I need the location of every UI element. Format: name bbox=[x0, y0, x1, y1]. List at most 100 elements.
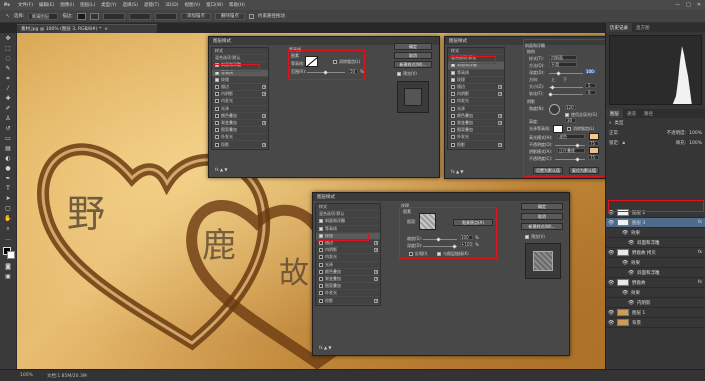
menu-filter[interactable]: 滤镜(T) bbox=[144, 2, 159, 8]
style-checkbox[interactable] bbox=[319, 284, 323, 289]
more-tools-icon[interactable]: … bbox=[4, 234, 13, 243]
fx-icon[interactable]: fx bbox=[698, 280, 702, 285]
fill-value[interactable]: 100% bbox=[689, 141, 702, 146]
layer-row[interactable]: 👁︎ 背景 bbox=[606, 318, 705, 328]
menu-help[interactable]: 帮助(H) bbox=[229, 2, 245, 8]
opacity-value[interactable]: 100% bbox=[689, 131, 702, 136]
menu-3d[interactable]: 3D(D) bbox=[165, 3, 178, 8]
lasso-tool-icon[interactable]: ◌ bbox=[4, 54, 13, 63]
add-effect-icon[interactable]: + bbox=[498, 113, 502, 118]
align-field[interactable] bbox=[154, 12, 177, 20]
style-checkbox[interactable] bbox=[215, 128, 219, 133]
fill-swatch[interactable] bbox=[89, 12, 99, 20]
preview-checkbox[interactable] bbox=[397, 72, 401, 76]
style-list-item[interactable]: 渐变叠加 + bbox=[448, 120, 504, 128]
style-list-item[interactable]: 内发光 bbox=[448, 98, 504, 106]
style-list-item[interactable]: 投影 + bbox=[212, 141, 268, 149]
move-tool-icon[interactable]: ✥ bbox=[4, 34, 13, 43]
add-effect-icon[interactable]: + bbox=[262, 92, 266, 97]
layers-kind[interactable]: 类型 bbox=[615, 120, 624, 126]
maximize-button[interactable]: □ bbox=[686, 2, 691, 8]
style-checkbox[interactable] bbox=[319, 219, 323, 224]
style-checkbox[interactable] bbox=[451, 113, 455, 118]
visibility-eye-icon[interactable]: 👁︎ bbox=[608, 250, 614, 256]
height-field[interactable] bbox=[128, 12, 151, 20]
layer-row[interactable]: 👁︎ 内阴影 bbox=[606, 298, 705, 308]
ok-button[interactable]: 确定 bbox=[521, 203, 563, 210]
effect-eye-icon[interactable]: 👁︎ bbox=[628, 240, 634, 246]
menu-type[interactable]: 类型(Y) bbox=[101, 2, 116, 8]
brush-tool-icon[interactable]: ✐ bbox=[4, 104, 13, 113]
style-list-item[interactable]: 投影 + bbox=[316, 297, 380, 305]
color-swatches[interactable] bbox=[0, 245, 16, 261]
lock-icon[interactable]: 🔒︎ bbox=[623, 140, 625, 146]
tab-history[interactable]: 历史记录 bbox=[606, 23, 632, 32]
style-list-item[interactable]: 纹理 bbox=[212, 77, 268, 84]
add-effect-icon[interactable]: + bbox=[374, 241, 378, 246]
style-checkbox[interactable] bbox=[215, 99, 219, 104]
layer-row[interactable]: 👁︎ 效果 bbox=[606, 228, 705, 238]
add-effect-icon[interactable]: + bbox=[374, 298, 378, 303]
add-effect-icon[interactable]: + bbox=[262, 142, 266, 147]
style-list-item[interactable]: 光泽 bbox=[448, 106, 504, 113]
style-checkbox[interactable] bbox=[215, 106, 219, 111]
effect-eye-icon[interactable]: 👁︎ bbox=[622, 290, 628, 296]
delete-anchor-button[interactable]: 删除锚点 bbox=[214, 12, 245, 20]
style-checkbox[interactable] bbox=[215, 135, 219, 140]
add-anchor-button[interactable]: 添加锚点 bbox=[180, 12, 211, 20]
document-tab[interactable]: 素材.jpg @ 100% (图层 3, RGB/8#) * × bbox=[17, 24, 157, 33]
style-list-item[interactable]: 内发光 bbox=[316, 254, 380, 262]
effect-eye-icon[interactable]: 👁︎ bbox=[628, 300, 634, 306]
add-effect-icon[interactable]: + bbox=[262, 85, 266, 90]
style-list-item[interactable]: 外发光 bbox=[448, 134, 504, 142]
style-list-item[interactable]: 光泽 bbox=[212, 106, 268, 113]
style-list-item[interactable]: 颜色叠加 + bbox=[316, 269, 380, 276]
style-list-item[interactable]: 等高线 bbox=[316, 226, 380, 233]
style-checkbox[interactable] bbox=[215, 142, 219, 147]
eraser-icon[interactable]: ▭ bbox=[4, 134, 13, 143]
style-checkbox[interactable] bbox=[319, 276, 323, 281]
effect-eye-icon[interactable]: 👁︎ bbox=[622, 260, 628, 266]
add-effect-icon[interactable]: + bbox=[374, 248, 378, 253]
style-checkbox[interactable] bbox=[319, 269, 323, 274]
style-checkbox[interactable] bbox=[451, 92, 455, 97]
transform-icon[interactable]: ↖ bbox=[6, 14, 10, 19]
blend-mode-select[interactable]: 正常 bbox=[609, 130, 618, 136]
constrain-checkbox[interactable] bbox=[248, 13, 254, 19]
style-list-item[interactable]: 渐变叠加 + bbox=[212, 120, 268, 128]
style-checkbox[interactable] bbox=[319, 262, 323, 267]
style-list-item[interactable]: 外发光 bbox=[316, 290, 380, 298]
add-effect-icon[interactable]: + bbox=[262, 113, 266, 118]
zoom-level[interactable]: 100% bbox=[20, 373, 33, 378]
style-checkbox[interactable] bbox=[451, 85, 455, 90]
effect-eye-icon[interactable]: 👁︎ bbox=[628, 270, 634, 276]
ok-button[interactable]: 确定 bbox=[394, 43, 432, 50]
style-checkbox[interactable] bbox=[451, 142, 455, 147]
menu-layer[interactable]: 图层(L) bbox=[80, 2, 95, 8]
menu-select[interactable]: 选择(S) bbox=[123, 2, 138, 8]
filter-icon[interactable]: ⌕ bbox=[609, 120, 612, 126]
background-color[interactable] bbox=[7, 251, 15, 259]
style-checkbox[interactable] bbox=[319, 226, 323, 231]
add-effect-icon[interactable]: + bbox=[498, 120, 502, 125]
dodge-icon[interactable]: ● bbox=[4, 164, 13, 173]
marquee-tool-icon[interactable]: ⬚ bbox=[4, 44, 13, 53]
style-checkbox[interactable] bbox=[451, 99, 455, 104]
quick-select-icon[interactable]: ✎ bbox=[4, 64, 13, 73]
screen-mode-icon[interactable]: ▣ bbox=[4, 272, 13, 281]
layer-style-dialog-contour[interactable]: 图层样式 样式 混合选项:默认 斜面和浮雕 等高线 纹理 描边 + 内阴影 + 内发光 光泽 颜色叠加… bbox=[208, 36, 440, 178]
style-checkbox[interactable] bbox=[451, 120, 455, 125]
menu-window[interactable]: 窗口(W) bbox=[206, 2, 223, 8]
layer-row[interactable]: 👁︎ 野鹿故 fx bbox=[606, 278, 705, 288]
add-effect-icon[interactable]: + bbox=[498, 142, 502, 147]
zoom-tool-icon[interactable]: ⌕ bbox=[4, 224, 13, 233]
style-list-item[interactable]: 纹理 bbox=[448, 77, 504, 84]
layer-row[interactable]: 👁︎ 野鹿故 拷贝 fx bbox=[606, 248, 705, 258]
fill-select[interactable]: 填满图层 bbox=[28, 12, 59, 20]
add-effect-icon[interactable]: + bbox=[262, 120, 266, 125]
layer-row[interactable]: 👁︎ 效果 bbox=[606, 258, 705, 268]
style-list-item[interactable]: 渐变叠加 + bbox=[316, 276, 380, 284]
layer-row[interactable]: 👁︎ 斜面和浮雕 bbox=[606, 268, 705, 278]
style-list-item[interactable]: 颜色叠加 + bbox=[212, 113, 268, 120]
style-checkbox[interactable] bbox=[215, 120, 219, 125]
